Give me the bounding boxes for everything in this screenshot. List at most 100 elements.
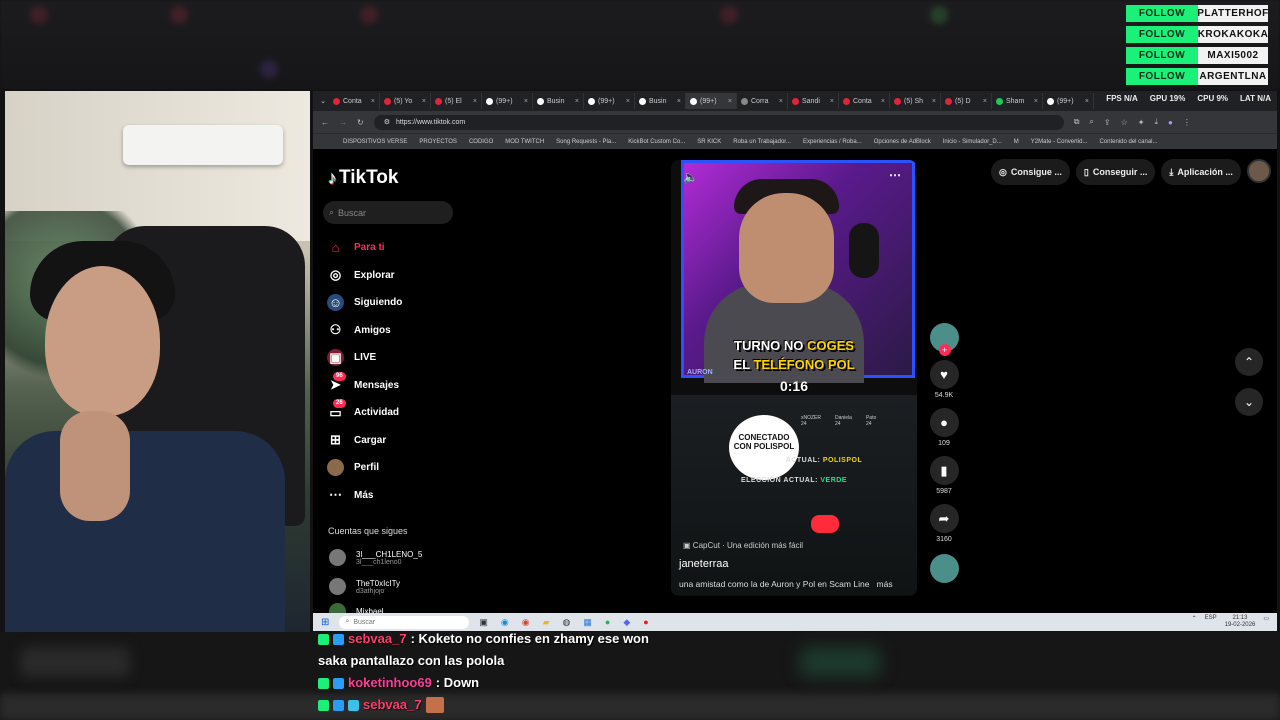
browser-tab[interactable]: (5) El × xyxy=(431,93,482,109)
user-avatar[interactable] xyxy=(1246,159,1271,183)
volume-icon[interactable]: 🔈 xyxy=(683,170,698,184)
chrome-icon[interactable]: ◉ xyxy=(522,617,530,628)
bookmark[interactable]: SR KICK xyxy=(697,139,721,145)
video-timer: 0:16 xyxy=(779,378,809,394)
search-input[interactable]: ⌕ Buscar xyxy=(323,201,453,224)
browser-tab[interactable]: (5) Sh × xyxy=(890,93,941,109)
share-page-icon[interactable]: ⇪ xyxy=(1104,118,1111,127)
previous-video-button[interactable]: ⌃ xyxy=(1235,348,1263,376)
browser-tab-active[interactable]: (99+) × xyxy=(686,93,737,109)
browser-tab[interactable]: Busin × xyxy=(533,93,584,109)
browser-tab[interactable]: Conta × xyxy=(839,93,890,109)
nav-item-live[interactable]: ▣ LIVE xyxy=(327,344,402,372)
browser-tab[interactable]: Sandi × xyxy=(788,93,839,109)
music-disc[interactable] xyxy=(929,554,959,583)
bookmark[interactable]: Y2Mate - Convertid... xyxy=(1031,139,1088,145)
extension-icon[interactable]: ✦ xyxy=(1138,118,1145,127)
app-icon[interactable]: ▦ xyxy=(583,617,592,628)
desktop-app-button[interactable]: ⤓ Aplicación ... xyxy=(1161,159,1241,185)
bookmark[interactable]: Opciones de AdBlock xyxy=(874,139,931,145)
obs-icon[interactable]: ◍ xyxy=(563,617,571,628)
taskbar-search[interactable]: ⌕ Buscar xyxy=(339,615,470,629)
nav-item-perfil[interactable]: Perfil xyxy=(327,454,402,482)
nav-item-actividad[interactable]: ▭ 26 Actividad xyxy=(327,399,402,427)
site-info-icon[interactable]: ⚙ xyxy=(384,118,390,126)
get-coins-button[interactable]: ◎ Consigue ... xyxy=(991,159,1070,185)
menu-icon[interactable]: ⋮ xyxy=(1183,118,1191,127)
url-field[interactable]: ⚙ https://www.tiktok.com xyxy=(373,114,1064,130)
tab-menu-icon[interactable]: ⌄ xyxy=(317,97,329,105)
bookmark[interactable]: CODIGO xyxy=(469,139,493,145)
bookmark[interactable]: Experiencias / Roba... xyxy=(803,139,862,145)
follow-plus-icon[interactable]: + xyxy=(938,344,951,356)
nav-item-explorar[interactable]: ◎ Explorar xyxy=(327,262,402,290)
nav-item-para-ti[interactable]: ⌂ Para ti xyxy=(327,234,402,262)
more-link[interactable]: más xyxy=(877,579,893,589)
task-view-icon[interactable]: ▣ xyxy=(479,617,488,628)
tiktok-note-icon: ♪ xyxy=(328,167,337,188)
following-account[interactable]: TheT0xIcITy d3athjojo xyxy=(329,578,400,595)
get-app-button[interactable]: ▯ Conseguir ... xyxy=(1075,159,1156,185)
browser-tab[interactable]: Busin × xyxy=(635,93,686,109)
save-action[interactable]: ▮ 5987 xyxy=(929,456,959,495)
browser-tab[interactable]: (99+) × xyxy=(584,93,635,109)
nav-item-amigos[interactable]: ⚇ Amigos xyxy=(327,317,402,345)
tray-up-icon[interactable]: ⌃ xyxy=(1192,615,1197,629)
search-icon: ⌕ xyxy=(329,207,335,217)
video-author[interactable]: janeterraa xyxy=(679,558,729,570)
folder-icon[interactable]: ▰ xyxy=(543,617,550,628)
comment-action[interactable]: ● 109 xyxy=(929,408,959,447)
bookmark[interactable]: Roba un Trabajador... xyxy=(733,139,791,145)
activity-icon: ▭ 26 xyxy=(327,399,346,421)
translate-icon[interactable]: ⧉ xyxy=(1074,117,1080,127)
share-action[interactable]: ➦ 3160 xyxy=(929,504,959,543)
discord-icon[interactable]: ◆ xyxy=(623,617,630,628)
heart-icon[interactable]: ♥ xyxy=(929,360,959,389)
bookmark[interactable]: KickBot Custom Co... xyxy=(628,139,685,145)
browser-tab[interactable]: (5) D × xyxy=(941,93,992,109)
zoom-icon[interactable]: ⌕ xyxy=(1089,117,1093,127)
nav-item-cargar[interactable]: ⊞ Cargar xyxy=(327,427,402,455)
video-more-icon[interactable]: ⋯ xyxy=(889,168,901,182)
spotify-icon[interactable]: ● xyxy=(605,617,610,628)
browser-tab[interactable]: (5) Yo × xyxy=(380,93,431,109)
streamer-face xyxy=(45,266,160,416)
clock[interactable]: 21:13 19-02-2026 xyxy=(1225,615,1256,629)
creator-avatar[interactable]: + xyxy=(929,323,959,356)
nav-item-siguiendo[interactable]: ☺ Siguiendo xyxy=(327,289,402,317)
browser-tab[interactable]: Corra × xyxy=(737,93,788,109)
nav-item-mas[interactable]: ⋯ Más xyxy=(327,482,402,510)
bookmark[interactable]: Inicio - Simulador_D... xyxy=(943,139,1002,145)
like-action[interactable]: ♥ 54.9K xyxy=(929,360,959,399)
browser-tab[interactable]: Conta × xyxy=(329,93,380,109)
tiktok-logo[interactable]: ♪ TikTok xyxy=(328,167,398,189)
star-icon[interactable]: ☆ xyxy=(1121,118,1128,127)
download-icon[interactable]: ⤓ xyxy=(1154,117,1158,127)
bookmark[interactable]: M xyxy=(1014,139,1019,145)
share-icon[interactable]: ➦ xyxy=(929,504,959,533)
bookmark[interactable]: Contenido del canal... xyxy=(1099,139,1157,145)
edge-icon[interactable]: ◉ xyxy=(501,617,509,628)
next-video-button[interactable]: ⌄ xyxy=(1235,388,1263,416)
browser-tab[interactable]: (99+) × xyxy=(482,93,533,109)
video-player[interactable]: 🔈 ⋯ TURNO NO COGES EL TELÉFONO POL AURON… xyxy=(671,160,917,596)
capcut-tag[interactable]: ▣ CapCut · Una edición más fácil xyxy=(683,541,803,550)
browser-tab[interactable]: (99+) × xyxy=(1043,93,1094,109)
reload-icon[interactable]: ↻ xyxy=(357,118,364,127)
browser-tab[interactable]: Sham × xyxy=(992,93,1043,109)
notification-icon[interactable]: ▭ xyxy=(1263,615,1269,629)
language-indicator[interactable]: ESP xyxy=(1205,615,1217,629)
windows-start-icon[interactable]: ⊞ xyxy=(321,617,329,628)
comment-icon[interactable]: ● xyxy=(929,408,959,437)
bookmark[interactable]: Song Requests - Pla... xyxy=(556,139,616,145)
bookmark[interactable]: PROYECTOS xyxy=(419,139,457,145)
following-account[interactable]: 3l___CH1LENO_5 3l___ch1leno0 xyxy=(329,549,422,566)
back-icon[interactable]: ← xyxy=(321,118,329,127)
app-icon[interactable]: ● xyxy=(643,617,648,628)
forward-icon[interactable]: → xyxy=(339,118,347,127)
profile-icon[interactable]: ● xyxy=(1168,118,1173,127)
bookmark[interactable]: MOD TWITCH xyxy=(505,139,544,145)
bookmark[interactable]: DISPOSITIVOS VERSE xyxy=(343,139,407,145)
nav-item-mensajes[interactable]: ➤ 96 Mensajes xyxy=(327,371,402,400)
bookmark-icon[interactable]: ▮ xyxy=(929,456,959,485)
